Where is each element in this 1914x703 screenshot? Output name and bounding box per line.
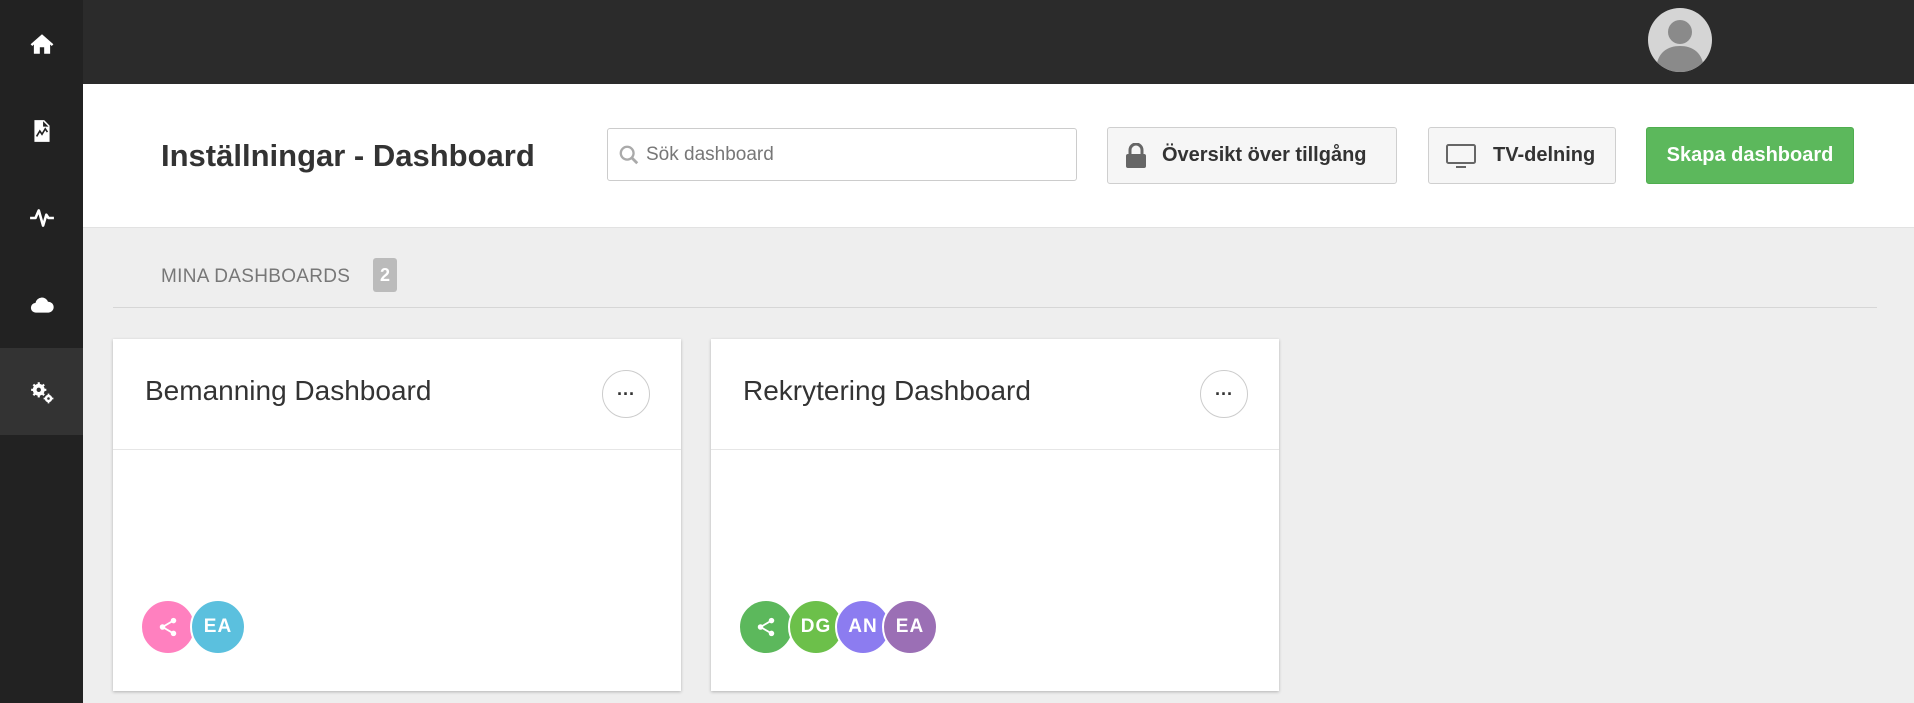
tv-sharing-button[interactable]: TV-delning [1428,127,1616,184]
sidebar [0,0,83,703]
card-title: Bemanning Dashboard [145,375,432,406]
cloud-icon [30,297,54,313]
report-icon [33,119,50,142]
card-header: Rekrytering Dashboard ··· [711,339,1279,450]
sidebar-item-home[interactable] [0,0,83,87]
tv-sharing-label: TV-delning [1493,144,1596,166]
member-avatar: EA [882,599,938,655]
search-input[interactable] [646,143,1066,166]
more-options-button[interactable]: ··· [1200,370,1248,418]
create-dashboard-label: Skapa dashboard [1666,144,1834,166]
create-dashboard-button[interactable]: Skapa dashboard [1646,127,1854,184]
user-avatar[interactable] [1648,8,1712,72]
my-dashboards-section: MINA DASHBOARDS 2 [113,256,1877,308]
share-icon [159,617,177,637]
access-overview-label: Översikt över tillgång [1162,144,1367,166]
shared-badge [140,599,196,655]
pulse-icon [29,208,54,227]
lock-icon [1126,142,1146,168]
access-overview-button[interactable]: Översikt över tillgång [1107,127,1397,184]
share-icon [757,617,775,637]
settings-gears-icon [30,381,53,403]
home-icon [30,33,53,54]
section-label: MINA DASHBOARDS [161,266,351,287]
dashboard-count-badge: 2 [373,258,397,292]
member-avatar: EA [190,599,246,655]
sidebar-item-settings[interactable] [0,348,83,435]
user-avatar-icon [1656,20,1704,72]
card-header: Bemanning Dashboard ··· [113,339,681,450]
top-bar [83,0,1914,84]
dashboard-card[interactable]: Rekrytering Dashboard ··· DG AN EA [711,339,1279,691]
sidebar-item-activity[interactable] [0,174,83,261]
more-options-button[interactable]: ··· [602,370,650,418]
monitor-icon [1446,143,1476,168]
sidebar-item-reports[interactable] [0,87,83,174]
shared-badge [738,599,794,655]
search-icon [619,145,639,164]
page-title: Inställningar - Dashboard [161,138,535,174]
page-header: Inställningar - Dashboard Översikt över … [83,84,1914,228]
page-title-rest: - Dashboard [345,138,535,173]
sidebar-item-cloud[interactable] [0,261,83,348]
card-title: Rekrytering Dashboard [743,375,1031,406]
page-title-bold: Inställningar [161,138,346,173]
search-box [607,128,1077,181]
dashboard-card[interactable]: Bemanning Dashboard ··· EA [113,339,681,691]
